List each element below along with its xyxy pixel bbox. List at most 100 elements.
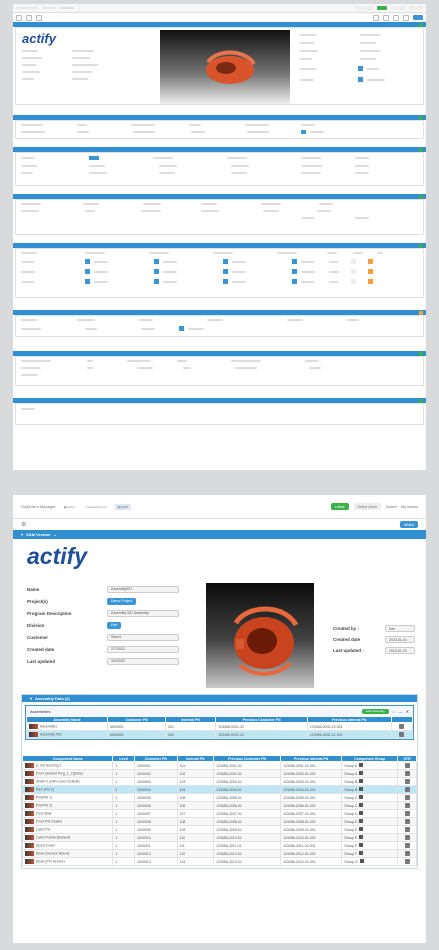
trash-icon[interactable] <box>404 850 410 856</box>
component-group-select[interactable]: Group F <box>344 852 357 856</box>
chevron-down-icon[interactable] <box>359 803 364 807</box>
component-group-select[interactable]: Group F <box>344 844 357 848</box>
expand-icon[interactable]: ⇔ <box>392 709 396 714</box>
component-pcpn-cell[interactable]: 123456-2002-01 <box>213 769 282 778</box>
component-pcpn-cell[interactable]: 123456-2010-01 <box>213 833 282 842</box>
assembly-pipn-cell[interactable]: 123456-0001-22-001 <box>306 722 392 731</box>
component-group-cell[interactable]: Group E <box>341 825 399 834</box>
overview-tool-icon[interactable] <box>373 14 379 21</box>
component-ipn-cell[interactable]: 112 <box>176 849 215 858</box>
component-group-select[interactable]: Group E <box>344 836 357 840</box>
component-ipn-cell[interactable]: 113 <box>176 857 215 866</box>
component-group-cell[interactable]: Group A <box>341 769 399 778</box>
component-row[interactable]: Foot Slide 1 2000007 107 123456-2007-01 12345… <box>21 809 417 818</box>
component-group-cell[interactable]: Group B <box>341 777 399 786</box>
component-row[interactable]: Flex (Pin 2) 1 2000004 104 123456-2004-01 123… <box>21 785 417 794</box>
component-cpn-cell[interactable]: 2000011 <box>134 841 178 850</box>
component-pipn-cell[interactable]: 123456-2006-01-001 <box>280 801 343 810</box>
overview-pill-2[interactable] <box>391 6 405 10</box>
overview-blue-button[interactable] <box>413 15 423 20</box>
component-level-cell[interactable]: 1 <box>112 793 136 802</box>
minus-icon[interactable]: — <box>399 709 403 714</box>
overview-tool-icon[interactable] <box>383 14 389 21</box>
new-button[interactable]: ⊕ New <box>400 521 418 528</box>
component-group-cell[interactable]: Group B <box>341 785 399 794</box>
component-group-cell[interactable]: Group E <box>341 833 399 842</box>
overview-add-icon[interactable] <box>419 351 423 356</box>
component-pipn-cell[interactable]: 123456-2013-01-001 <box>280 857 343 866</box>
component-group-cell[interactable]: Group C <box>341 801 399 810</box>
field-value[interactable]: Select <box>107 633 179 641</box>
component-pipn-cell[interactable]: 123456-2001-01-001 <box>280 761 343 770</box>
component-cpn-cell[interactable]: 2000002 <box>134 769 178 778</box>
component-level-cell[interactable]: 1 <box>112 801 136 810</box>
component-group-cell[interactable]: Group F <box>341 849 399 858</box>
component-cpn-cell[interactable]: 2000004 <box>134 785 178 794</box>
component-group-select[interactable]: Group D <box>344 820 357 824</box>
collapse-icon[interactable]: ▾ <box>21 532 23 537</box>
component-group-cell[interactable]: Group F <box>341 841 399 850</box>
trash-icon[interactable] <box>404 810 410 816</box>
chevron-down-icon[interactable] <box>359 827 364 831</box>
overview-add-icon[interactable] <box>419 243 423 248</box>
component-pcpn-cell[interactable]: 123456-2004-01 <box>213 785 282 794</box>
chevron-down-icon[interactable] <box>359 835 364 839</box>
component-group-select[interactable]: Group C <box>344 804 357 808</box>
component-group-select[interactable]: Group D <box>344 812 357 816</box>
component-pcpn-cell[interactable]: 123456-2009-01 <box>213 825 282 834</box>
component-row[interactable]: Pin(PIN 2) 1 2000006 106 123456-2006-01 12345… <box>21 801 417 810</box>
component-row[interactable]: Latch Pusher(Default) 1 2000010 110 123456-2… <box>21 833 417 842</box>
component-group-cell[interactable]: Group A <box>341 761 399 770</box>
component-row[interactable]: Shaft+1 (with Lever Default) 1 2000003 103 1… <box>21 777 417 786</box>
tab-items[interactable]: ▦ Items <box>61 504 78 510</box>
latest-button[interactable]: Latest <box>330 503 349 510</box>
overview-tool-icon[interactable] <box>393 14 399 21</box>
component-pipn-cell[interactable]: 123456-2010-01-001 <box>280 833 343 842</box>
trash-icon[interactable] <box>404 770 410 776</box>
component-cpn-cell[interactable]: 2000009 <box>134 825 178 834</box>
component-level-cell[interactable]: 1 <box>112 857 136 866</box>
component-group-select[interactable]: Group B <box>344 780 357 784</box>
overview-pill-1[interactable] <box>355 6 373 10</box>
component-pipn-cell[interactable]: 123456-2009-01-001 <box>280 825 343 834</box>
field-value[interactable]: Assembly001 <box>107 585 179 593</box>
component-pipn-cell[interactable]: 123456-2003-01-001 <box>280 777 343 786</box>
component-row[interactable]: Reed (Pin Sensor) 1 2000013 113 123456-2013-… <box>21 857 417 866</box>
component-ipn-cell[interactable]: 106 <box>176 801 215 810</box>
overview-add-icon[interactable] <box>419 398 423 403</box>
gear-icon[interactable]: ⚙ <box>21 521 26 528</box>
assembly-ipn-cell[interactable]: 002 <box>165 730 217 739</box>
component-pipn-cell[interactable]: 123456-2002-01-001 <box>280 769 343 778</box>
component-level-cell[interactable]: 1 <box>112 761 136 770</box>
field-value[interactable]: 2/7/2023 <box>107 645 179 653</box>
chevron-down-icon[interactable] <box>359 795 364 799</box>
component-group-select[interactable]: Group B <box>344 788 357 792</box>
overview-add-icon[interactable] <box>419 115 423 120</box>
overview-add-icon[interactable] <box>419 147 423 152</box>
component-pipn-cell[interactable]: 123456-2005-01-001 <box>280 793 343 802</box>
trash-icon[interactable] <box>404 762 410 768</box>
user-menu[interactable]: Admin · My tables <box>386 504 418 509</box>
component-cpn-cell[interactable]: 2000008 <box>134 817 178 826</box>
chevron-down-icon[interactable] <box>359 819 364 823</box>
assembly-pcpn-cell[interactable]: 123456-0001-22 <box>215 722 308 731</box>
chevron-down-icon[interactable] <box>359 859 364 863</box>
chevron-down-icon[interactable] <box>359 811 364 815</box>
component-row[interactable]: E. Ink Sensing 1 1 2000001 101 123456-2001-0… <box>21 761 417 770</box>
assembly-row[interactable]: Assembly1 6500001 001 123456-0001-22 123456-… <box>25 722 414 731</box>
component-group-select[interactable]: Group A <box>344 764 357 768</box>
component-pipn-cell[interactable]: 123456-2007-01-001 <box>280 809 343 818</box>
trash-icon[interactable] <box>404 818 410 824</box>
component-pipn-cell[interactable]: 123456-2008-01-001 <box>280 817 343 826</box>
component-pipn-cell[interactable]: 123456-2012-01-001 <box>280 849 343 858</box>
tab-draft[interactable]: ▤ Draft <box>114 503 131 510</box>
component-cpn-cell[interactable]: 2000005 <box>134 793 178 802</box>
overview-pill-3[interactable] <box>409 6 423 10</box>
component-pipn-cell[interactable]: 123456-2011-01-001 <box>280 841 343 850</box>
chevron-down-icon[interactable] <box>359 851 364 855</box>
trash-icon[interactable] <box>404 826 410 832</box>
trash-icon[interactable] <box>404 786 410 792</box>
assembly-ipn-cell[interactable]: 001 <box>165 722 217 731</box>
overview-add-icon[interactable] <box>419 22 423 27</box>
field-value[interactable]: 3/9/2023 <box>107 657 179 665</box>
